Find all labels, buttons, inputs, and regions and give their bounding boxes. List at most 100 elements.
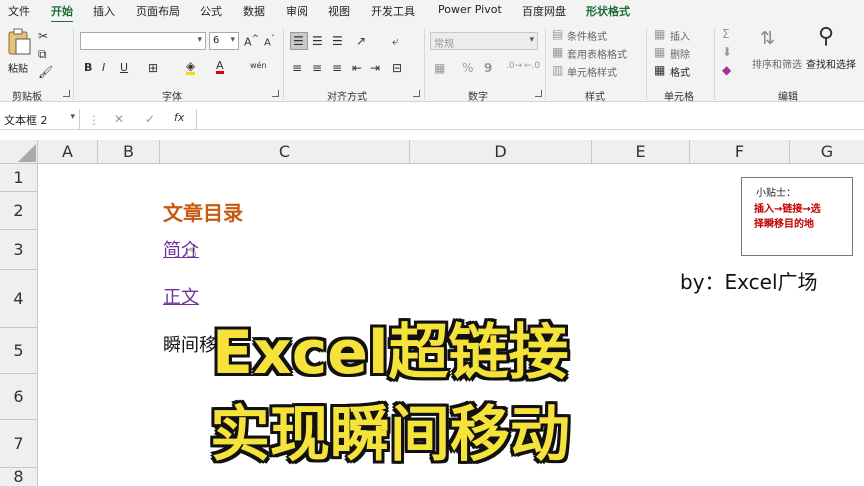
column-header-a[interactable]: A <box>38 140 98 164</box>
formula-input[interactable] <box>196 109 864 129</box>
tab-file[interactable]: 文件 <box>8 3 30 19</box>
clear-icon[interactable]: ◆ <box>722 64 731 76</box>
align-top-icon: ☰ <box>293 34 304 48</box>
fill-icon[interactable]: ⬇ <box>722 46 732 58</box>
grow-font-icon[interactable]: A^ <box>244 34 259 48</box>
link-body[interactable]: 正文 <box>163 283 199 309</box>
number-format-combo[interactable]: 常规 ▾ <box>430 32 538 50</box>
orientation-icon[interactable]: ↗ <box>356 35 366 47</box>
format-cells-button[interactable]: 格式 <box>670 64 690 79</box>
tab-data[interactable]: 数据 <box>243 3 265 19</box>
find-select-button[interactable]: 查找和选择 <box>806 56 856 71</box>
byline: by：Excel广场 <box>680 270 818 294</box>
align-right-icon[interactable]: ≡ <box>332 62 342 74</box>
cell-styles-button[interactable]: 单元格样式 <box>567 64 617 79</box>
copy-icon[interactable]: ⧉ <box>38 48 47 60</box>
align-left-icon[interactable]: ≡ <box>292 62 302 74</box>
tab-baidu-pan[interactable]: 百度网盘 <box>522 3 566 19</box>
tab-home[interactable]: 开始 <box>51 3 73 23</box>
clipboard-launcher-icon[interactable] <box>63 90 70 97</box>
tab-page-layout[interactable]: 页面布局 <box>136 3 180 19</box>
more-options-icon: ⋮ <box>88 113 100 127</box>
delete-cells-button[interactable]: 删除 <box>670 46 690 61</box>
align-center-icon[interactable]: ≡ <box>312 62 322 74</box>
sort-filter-button[interactable]: 排序和筛选 <box>752 56 802 71</box>
column-header: A B C D E F G <box>0 140 864 164</box>
ribbon: 粘贴 ✂ ⧉ 🖌 剪贴板 ▾ 6 ▾ A^ Aˇ B I U ⊞ ◈ A wén … <box>0 22 864 103</box>
underline-button[interactable]: U <box>120 62 128 73</box>
name-box[interactable]: 文本框 2 ▾ <box>0 109 80 129</box>
tip-title: 小贴士： <box>756 188 796 199</box>
bold-button[interactable]: B <box>84 62 92 73</box>
border-icon[interactable]: ⊞ <box>148 62 158 74</box>
tip-textbox[interactable]: 小贴士： 插入→链接→选 择瞬移目的地 <box>741 177 853 256</box>
row-header-8[interactable]: 8 <box>0 468 38 486</box>
decrease-decimal-icon[interactable]: ←.0 <box>524 62 540 71</box>
column-header-f[interactable]: F <box>690 140 790 164</box>
column-header-g[interactable]: G <box>790 140 864 164</box>
search-icon: ⚲ <box>818 24 835 49</box>
tip-body-line1: 插入→链接→选 <box>754 204 821 215</box>
tab-review[interactable]: 审阅 <box>286 3 308 19</box>
font-name-combo[interactable]: ▾ <box>80 32 206 50</box>
row-header-4[interactable]: 4 <box>0 270 38 328</box>
insert-cells-button[interactable]: 插入 <box>670 28 690 43</box>
align-top-button[interactable]: ☰ <box>290 32 308 50</box>
chevron-down-icon: ▾ <box>197 35 202 45</box>
select-all-corner[interactable] <box>0 140 38 164</box>
menu-bar: 文件 开始 插入 页面布局 公式 数据 审阅 视图 开发工具 Power Piv… <box>0 0 864 23</box>
increase-indent-icon[interactable]: ⇥ <box>370 62 380 74</box>
italic-button[interactable]: I <box>102 62 105 73</box>
tab-formulas[interactable]: 公式 <box>200 3 222 19</box>
row-header-1[interactable]: 1 <box>0 164 38 192</box>
row-header-2[interactable]: 2 <box>0 192 38 230</box>
autosum-icon[interactable]: Σ <box>722 28 730 40</box>
phonetic-icon[interactable]: wén <box>250 62 267 70</box>
tab-power-pivot[interactable]: Power Pivot <box>438 3 502 16</box>
font-size-combo[interactable]: 6 ▾ <box>209 32 239 50</box>
cancel-icon[interactable]: ✕ <box>114 113 124 125</box>
toc-title: 文章目录 <box>163 201 243 225</box>
cut-icon[interactable]: ✂ <box>38 30 48 42</box>
column-header-b[interactable]: B <box>98 140 160 164</box>
row-header-7[interactable]: 7 <box>0 420 38 468</box>
comma-button[interactable]: 9 <box>484 62 492 74</box>
column-header-d[interactable]: D <box>410 140 592 164</box>
row-header-3[interactable]: 3 <box>0 230 38 270</box>
enter-icon[interactable]: ✓ <box>145 113 155 125</box>
sort-filter-icon: ⇅ <box>760 28 776 49</box>
percent-button[interactable]: % <box>462 62 473 74</box>
align-bottom-icon[interactable]: ☰ <box>332 35 343 47</box>
insert-function-button[interactable]: fx <box>174 112 184 123</box>
column-header-e[interactable]: E <box>592 140 690 164</box>
fill-color-icon[interactable]: ◈ <box>186 60 196 75</box>
format-painter-icon[interactable]: 🖌 <box>38 66 53 78</box>
decrease-indent-icon[interactable]: ⇤ <box>352 62 362 74</box>
paste-button[interactable] <box>6 28 32 56</box>
tab-developer[interactable]: 开发工具 <box>371 3 415 19</box>
tab-insert[interactable]: 插入 <box>93 3 115 19</box>
wrap-text-icon[interactable]: ⤶ <box>392 35 399 47</box>
conditional-format-button[interactable]: 条件格式 <box>567 28 607 43</box>
number-group-label: 数字 <box>468 92 488 103</box>
column-header-c[interactable]: C <box>160 140 410 164</box>
table-format-icon: ▦ <box>552 45 564 59</box>
chevron-down-icon: ▾ <box>529 35 534 45</box>
format-as-table-button[interactable]: 套用表格格式 <box>567 46 627 61</box>
row-header-6[interactable]: 6 <box>0 374 38 420</box>
format-cells-icon: ▦ <box>654 63 666 77</box>
group-divider <box>73 28 74 100</box>
tab-shape-format[interactable]: 形状格式 <box>586 3 630 19</box>
number-launcher-icon[interactable] <box>535 90 542 97</box>
row-header-5[interactable]: 5 <box>0 328 38 374</box>
delete-cells-icon: ▦ <box>654 45 666 59</box>
font-launcher-icon[interactable] <box>272 90 279 97</box>
tab-view[interactable]: 视图 <box>328 3 350 19</box>
align-middle-icon[interactable]: ☰ <box>312 35 323 47</box>
increase-decimal-icon[interactable]: .0→ <box>506 62 522 71</box>
merge-center-icon[interactable]: ⊟ <box>392 62 402 74</box>
alignment-launcher-icon[interactable] <box>413 90 420 97</box>
shrink-font-icon[interactable]: Aˇ <box>264 34 275 48</box>
font-color-icon[interactable]: A <box>216 60 224 74</box>
currency-icon[interactable]: ▦ <box>434 62 445 74</box>
